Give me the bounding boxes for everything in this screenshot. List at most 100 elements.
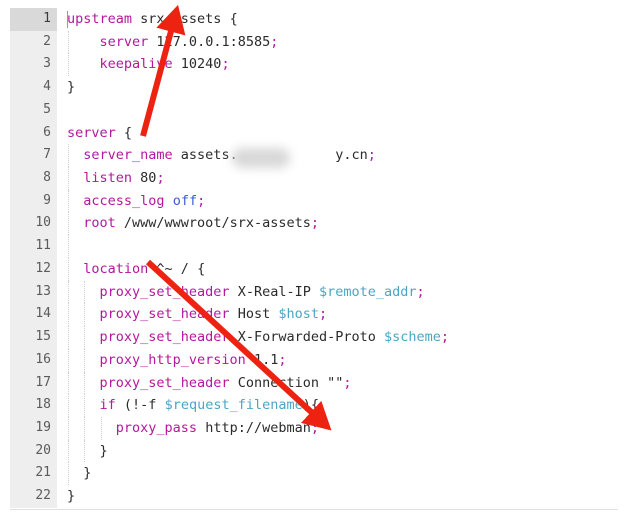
line-number: 19 [10,416,57,440]
code-token: $host [278,306,319,323]
code-token: proxy_http_version [99,351,246,368]
code-line-row[interactable]: 15 proxy_set_header X-Forwarded-Proto $s… [10,326,618,349]
code-line-row[interactable]: 5 [10,98,618,122]
code-line-row[interactable]: 11 [10,235,618,258]
code-line-row[interactable]: 8 listen 80; [10,167,618,190]
code-token: } [67,79,76,96]
code-line-row[interactable]: 13 proxy_set_header X-Real-IP $remote_ad… [10,280,618,304]
code-line-text[interactable]: proxy_set_header Connection ""; [67,372,352,395]
code-token: 1.1 [245,351,279,368]
code-token: (!-f [115,397,165,414]
line-number: 13 [10,280,57,304]
code-token: ){ [302,397,319,414]
code-line-row[interactable]: 14 proxy_set_header Host $host; [10,303,618,327]
code-line-text[interactable]: upstream srx_assets { [67,8,238,31]
code-token: ; [367,147,376,164]
code-token: { [229,11,238,27]
code-line-text[interactable]: } [67,76,75,99]
code-line-text[interactable]: } [67,440,108,463]
code-line-text[interactable]: root /www/wwwroot/srx-assets; [67,212,319,235]
code-token: ; [156,170,165,187]
line-number: 11 [10,235,57,258]
code-token: 80 [132,170,157,187]
code-token: ; [318,306,328,323]
code-token: ; [197,192,206,209]
code-line-text[interactable]: proxy_pass http://webman; [67,417,319,440]
code-token: proxy_pass [115,419,198,436]
code-token: ; [270,33,279,50]
code-line-row[interactable]: 17 proxy_set_header Connection ""; [10,371,618,395]
code-line-text[interactable]: } [67,485,75,508]
line-number: 16 [10,348,57,372]
code-line-text[interactable]: if (!-f $request_filename){ [67,394,319,417]
line-number: 17 [10,371,57,395]
code-token: ^~ / [148,260,198,277]
code-token: ; [343,374,352,391]
code-line-text[interactable]: server 127.0.0.1:8585; [67,31,279,54]
code-line-text[interactable]: server_name assets. y.cn; [67,144,376,167]
code-line-text[interactable]: proxy_http_version 1.1; [67,349,287,372]
code-line-text[interactable]: access_log off; [67,190,205,213]
line-number: 5 [10,98,57,122]
code-editor-pane[interactable]: 1 upstream srx_assets {2 server 127.0.0.1… [0,0,626,529]
code-line-text[interactable]: proxy_set_header X-Real-IP $remote_addr; [67,281,425,304]
code-line-row[interactable]: 2 server 127.0.0.1:8585; [10,30,618,54]
line-number: 18 [10,394,57,417]
code-line-text[interactable]: proxy_set_header Host $host; [67,303,328,326]
code-line-row[interactable]: 1 upstream srx_assets { [10,8,618,31]
code-line-row[interactable]: 21 } [10,462,618,486]
code-token: http://webman [197,419,311,436]
line-number: 6 [10,121,57,145]
code-line-text[interactable]: location ^~ / { [67,258,205,281]
code-token: $scheme [384,329,441,346]
code-line-text[interactable]: keepalive 10240; [67,53,230,76]
code-token: off [172,192,198,209]
code-line-text[interactable]: listen 80; [67,167,165,190]
code-line-row[interactable]: 3 keepalive 10240; [10,53,618,77]
code-token: ; [221,56,230,73]
code-line-row[interactable]: 7 server_name assets. y.cn; [10,144,618,168]
code-line-text[interactable]: proxy_set_header X-Forwarded-Proto $sche… [67,326,450,349]
code-line-row[interactable]: 18 if (!-f $request_filename){ [10,394,618,417]
code-token: 10240 [172,56,222,73]
code-line-row[interactable]: 16 proxy_http_version 1.1; [10,348,618,372]
code-token: root [83,215,116,232]
code-line-row[interactable]: 12 location ^~ / { [10,257,618,281]
code-token: ; [310,419,319,436]
code-line-row[interactable]: 22} [10,485,618,508]
code-token: /www/wwwroot/srx-assets [115,215,311,232]
line-number: 4 [10,76,57,99]
line-number: 21 [10,462,57,486]
code-token: ; [440,329,450,346]
code-token: proxy_set_header [99,329,230,346]
code-token: { [197,260,206,277]
code-token: if [99,397,116,414]
code-line-row[interactable]: 20 } [10,439,618,463]
code-token: X-Real-IP [229,283,319,300]
code-token: server [99,33,149,50]
code-line-row[interactable]: 9 access_log off; [10,189,618,213]
line-number: 2 [10,30,57,54]
code-line-text[interactable]: server { [67,122,132,145]
code-surface[interactable]: 1 upstream srx_assets {2 server 127.0.0.1… [10,8,618,508]
code-token: ; [310,215,319,232]
code-lines[interactable]: 1 upstream srx_assets {2 server 127.0.0.1… [10,8,618,508]
code-line-row[interactable]: 4} [10,76,618,99]
line-number: 14 [10,303,57,327]
code-line-row[interactable]: 19 proxy_pass http://webman; [10,416,618,440]
code-line-row[interactable]: 6 server { [10,121,618,145]
code-line-text[interactable]: } [67,462,91,485]
code-token: X-Forwarded-Proto [229,329,384,346]
code-token: server_name [83,147,173,164]
editor-bottom-divider [10,509,618,510]
line-number: 9 [10,189,57,213]
code-line-row[interactable]: 10 root /www/wwwroot/srx-assets; [10,212,618,236]
code-token: proxy_set_header [99,283,230,300]
